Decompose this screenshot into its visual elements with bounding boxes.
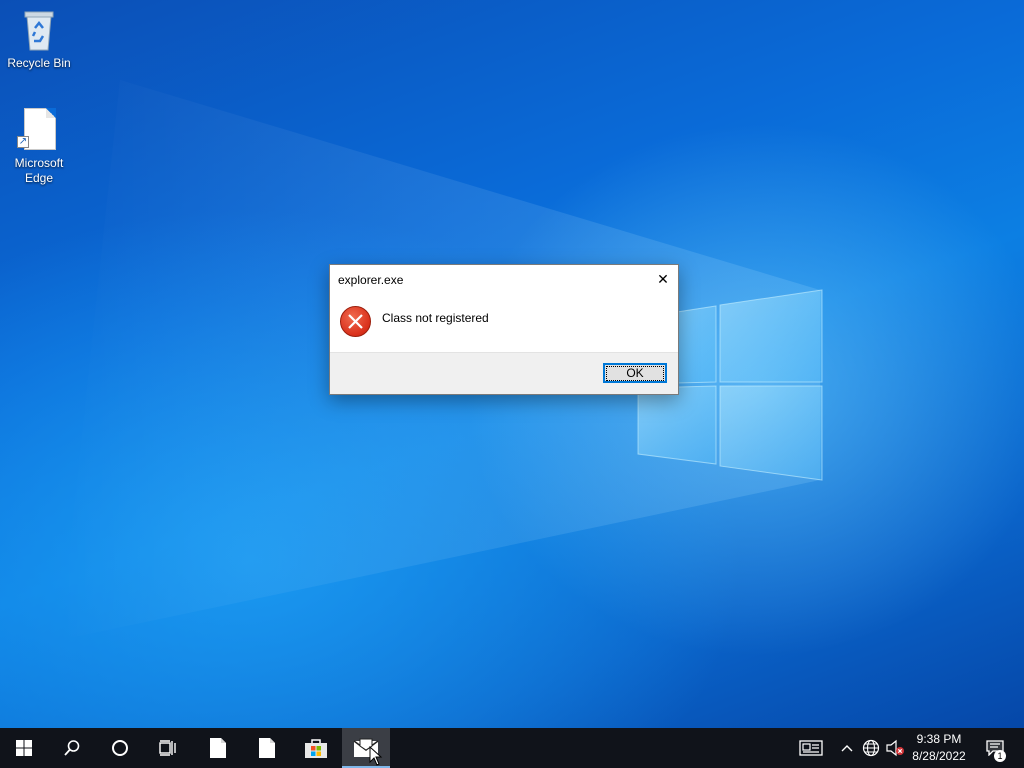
cortana-circle-icon [112, 740, 128, 756]
dialog-message: Class not registered [382, 311, 489, 325]
desktop-icon-label: Recycle Bin [7, 56, 71, 70]
chevron-up-icon [841, 745, 853, 752]
desktop-icon-microsoft-edge[interactable]: ↗ Microsoft Edge [1, 106, 77, 186]
clock-time: 9:38 PM [916, 732, 962, 746]
ok-button[interactable]: OK [603, 363, 667, 383]
desktop-icon-label-line2: Edge [24, 171, 54, 185]
recycle-bin-icon [15, 6, 63, 54]
start-button[interactable] [0, 728, 48, 768]
system-clock[interactable]: 9:38 PM 8/28/2022 [904, 731, 974, 765]
shortcut-arrow-icon: ↗ [17, 136, 29, 148]
taskbar-app-file-1[interactable] [194, 728, 242, 768]
document-shortcut-icon: ↗ [15, 106, 63, 154]
error-dialog: explorer.exe ✕ Class not registered OK [329, 264, 679, 395]
news-button[interactable] [796, 728, 826, 768]
taskbar-app-store[interactable] [292, 728, 340, 768]
taskbar-app-file-2[interactable] [243, 728, 291, 768]
mouse-cursor-icon [369, 746, 383, 766]
close-icon[interactable]: ✕ [648, 265, 678, 293]
windows-logo-icon [16, 740, 32, 756]
search-button[interactable] [48, 728, 96, 768]
error-icon [340, 306, 371, 337]
notification-count-badge: 1 [994, 750, 1006, 762]
clock-date: 8/28/2022 [912, 749, 966, 763]
store-bag-icon [305, 739, 327, 758]
dialog-footer: OK [330, 352, 678, 394]
volume-button[interactable] [884, 728, 906, 768]
task-view-icon [159, 740, 176, 756]
desktop-icon-label-line1: Microsoft [14, 156, 64, 170]
ok-button-label: OK [606, 366, 664, 381]
document-icon [259, 738, 275, 758]
document-icon [210, 738, 226, 758]
dialog-title: explorer.exe [338, 273, 404, 287]
network-button[interactable] [860, 728, 882, 768]
show-hidden-icons-button[interactable] [838, 728, 856, 768]
action-center-button[interactable] [980, 728, 1010, 768]
taskbar: 9:38 PM 8/28/2022 [0, 728, 1024, 768]
cortana-button[interactable] [96, 728, 144, 768]
news-icon [799, 740, 823, 756]
volume-muted-icon [886, 739, 904, 757]
network-globe-icon [862, 739, 880, 757]
task-view-button[interactable] [144, 728, 192, 768]
desktop-icon-recycle-bin[interactable]: Recycle Bin [1, 6, 77, 71]
search-icon [64, 740, 80, 756]
